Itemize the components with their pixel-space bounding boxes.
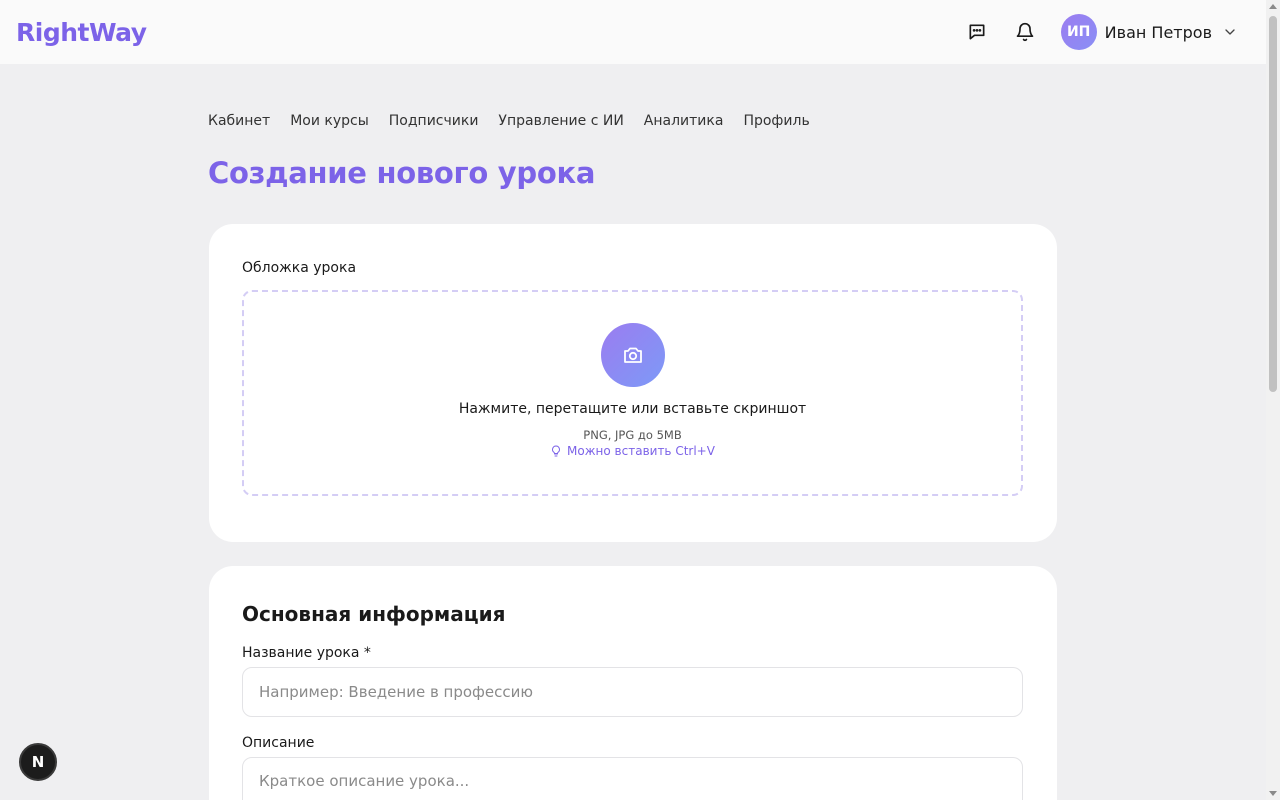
cover-label: Обложка урока (242, 260, 357, 276)
cover-dropzone[interactable]: Нажмите, перетащите или вставьте скриншо… (242, 290, 1023, 496)
main-nav: Кабинет Мои курсы Подписчики Управление … (208, 113, 830, 129)
description-input[interactable] (242, 757, 1023, 800)
header-actions: ИП Иван Петров (965, 14, 1250, 50)
description-label: Описание (242, 735, 315, 751)
basic-info-card: Основная информация Название урока * Опи… (209, 566, 1057, 800)
dev-badge-button[interactable]: N (19, 743, 57, 781)
notifications-bell-icon[interactable] (1013, 20, 1037, 44)
scroll-up-arrow[interactable] (1269, 4, 1277, 9)
dropzone-hint: Можно вставить Ctrl+V (244, 444, 1021, 458)
nav-item-cabinet[interactable]: Кабинет (208, 113, 270, 129)
chevron-down-icon (1225, 29, 1235, 35)
lesson-name-input[interactable] (242, 667, 1023, 717)
lesson-name-label: Название урока * (242, 645, 371, 661)
dropzone-formats: PNG, JPG до 5MB (583, 428, 682, 442)
nav-item-my-courses[interactable]: Мои курсы (290, 113, 369, 129)
camera-icon (601, 323, 665, 387)
dropzone-text: Нажмите, перетащите или вставьте скриншо… (458, 401, 807, 417)
section-title: Основная информация (242, 602, 506, 626)
user-menu[interactable]: ИП Иван Петров (1060, 14, 1238, 50)
cover-card: Обложка урока Нажмите, перетащите или вс… (209, 224, 1057, 542)
page-title: Создание нового урока (208, 156, 596, 190)
nav-item-ai-management[interactable]: Управление с ИИ (498, 113, 623, 129)
logo[interactable]: RightWay (16, 18, 147, 47)
dropzone-hint-text: Можно вставить Ctrl+V (567, 444, 715, 458)
top-header: RightWay ИП Иван Петров (0, 0, 1266, 64)
scroll-down-arrow[interactable] (1269, 791, 1277, 796)
messages-icon[interactable] (965, 20, 989, 44)
avatar: ИП (1060, 14, 1097, 50)
lightbulb-icon (552, 445, 560, 457)
scroll-thumb[interactable] (1269, 16, 1277, 392)
nav-item-subscribers[interactable]: Подписчики (389, 113, 479, 129)
page-scrollbar[interactable] (1266, 0, 1280, 800)
nav-item-analytics[interactable]: Аналитика (644, 113, 724, 129)
user-name: Иван Петров (1104, 22, 1212, 42)
nav-item-profile[interactable]: Профиль (743, 113, 809, 129)
